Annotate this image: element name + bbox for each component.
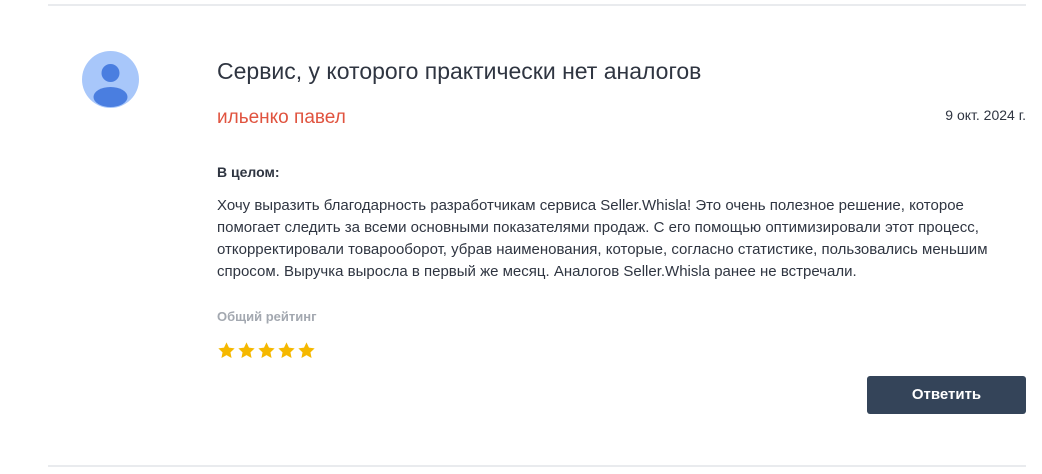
review-title: Сервис, у которого практически нет анало… [217, 58, 702, 84]
author-name: ильенко павел [217, 107, 346, 128]
rating-label: Общий рейтинг [217, 309, 317, 324]
star-icon [258, 342, 275, 358]
reply-button[interactable]: Ответить [867, 376, 1026, 414]
overall-label: В целом: [217, 164, 280, 180]
user-avatar-icon [82, 51, 139, 108]
star-icon [218, 342, 235, 358]
star-icon [278, 342, 295, 358]
rating-stars [217, 341, 316, 361]
review-card: Сервис, у которого практически нет анало… [0, 0, 1042, 474]
divider-top [48, 4, 1026, 6]
star-icon [238, 342, 255, 358]
divider-bottom [48, 465, 1026, 467]
star-icon [298, 342, 315, 358]
review-text: Хочу выразить благодарность разработчика… [217, 197, 988, 280]
review-date: 9 окт. 2024 г. [945, 107, 1026, 123]
